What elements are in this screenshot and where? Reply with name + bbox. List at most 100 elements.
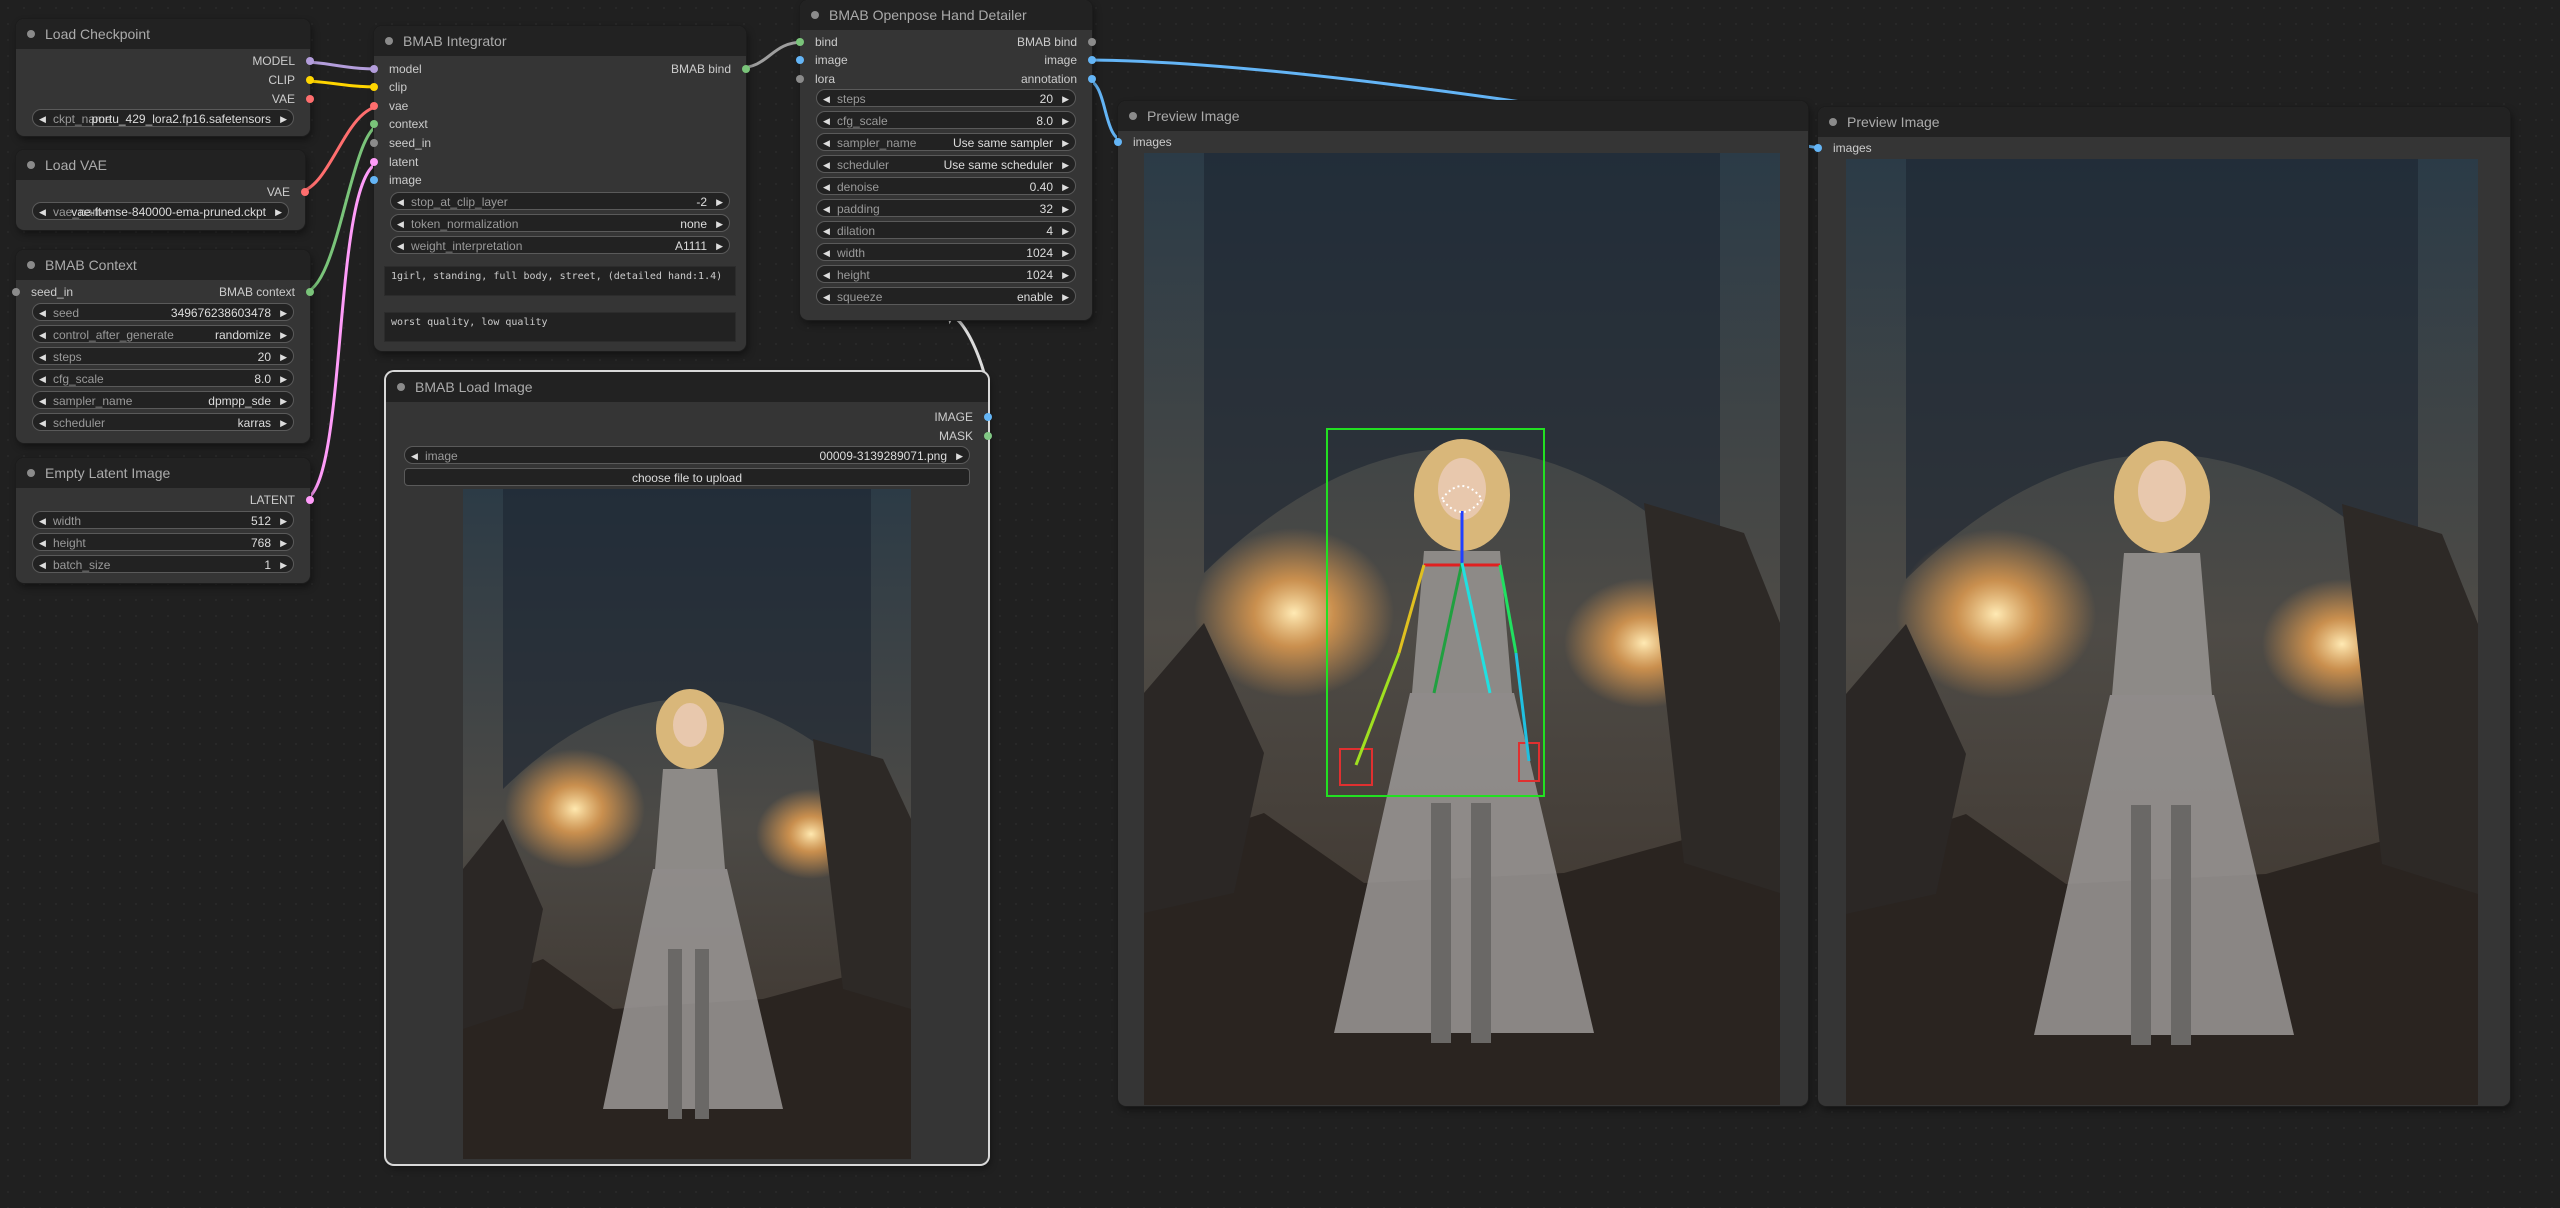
arrow-left-icon[interactable]: ◀ bbox=[397, 193, 404, 209]
slot-dot[interactable] bbox=[1814, 144, 1822, 152]
arrow-right-icon[interactable]: ▶ bbox=[280, 110, 287, 126]
arrow-left-icon[interactable]: ◀ bbox=[39, 110, 46, 126]
bmab-load-image-title[interactable]: BMAB Load Image bbox=[386, 372, 988, 402]
arrow-left-icon[interactable]: ◀ bbox=[39, 348, 46, 364]
output-latent[interactable]: LATENT bbox=[250, 491, 314, 509]
arrow-right-icon[interactable]: ▶ bbox=[1062, 90, 1069, 106]
scheduler-widget[interactable]: ◀ scheduler Use same scheduler ▶ bbox=[816, 155, 1076, 173]
arrow-left-icon[interactable]: ◀ bbox=[823, 222, 830, 238]
arrow-left-icon[interactable]: ◀ bbox=[823, 178, 830, 194]
output-bmab-bind[interactable]: BMAB bind bbox=[671, 60, 750, 78]
height-widget[interactable]: ◀ height 768 ▶ bbox=[32, 533, 294, 551]
input-seed-in[interactable]: seed_in bbox=[12, 283, 73, 301]
input-latent[interactable]: latent bbox=[370, 153, 418, 171]
height-widget[interactable]: ◀ height 1024 ▶ bbox=[816, 265, 1076, 283]
arrow-left-icon[interactable]: ◀ bbox=[823, 112, 830, 128]
bmab-integrator-title[interactable]: BMAB Integrator bbox=[374, 26, 746, 56]
slot-dot[interactable] bbox=[1114, 138, 1122, 146]
load-vae-title[interactable]: Load VAE bbox=[16, 150, 305, 180]
slot-dot[interactable] bbox=[306, 288, 314, 296]
preview-image-title[interactable]: Preview Image bbox=[1118, 101, 1808, 131]
input-seed-in[interactable]: seed_in bbox=[370, 134, 431, 152]
collapse-dot[interactable] bbox=[1129, 112, 1137, 120]
output-model[interactable]: MODEL bbox=[252, 52, 314, 70]
squeeze-widget[interactable]: ◀ squeeze enable ▶ bbox=[816, 287, 1076, 305]
arrow-left-icon[interactable]: ◀ bbox=[39, 304, 46, 320]
arrow-left-icon[interactable]: ◀ bbox=[397, 215, 404, 231]
slot-dot[interactable] bbox=[306, 76, 314, 84]
arrow-right-icon[interactable]: ▶ bbox=[1062, 178, 1069, 194]
slot-dot[interactable] bbox=[1088, 56, 1096, 64]
scheduler-widget[interactable]: ◀ scheduler karras ▶ bbox=[32, 413, 294, 431]
arrow-right-icon[interactable]: ▶ bbox=[1062, 266, 1069, 282]
arrow-left-icon[interactable]: ◀ bbox=[39, 203, 46, 219]
output-mask[interactable]: MASK bbox=[939, 427, 992, 445]
slot-dot[interactable] bbox=[306, 57, 314, 65]
arrow-left-icon[interactable]: ◀ bbox=[39, 414, 46, 430]
output-vae[interactable]: VAE bbox=[272, 90, 314, 108]
slot-dot[interactable] bbox=[370, 158, 378, 166]
arrow-right-icon[interactable]: ▶ bbox=[280, 512, 287, 528]
collapse-dot[interactable] bbox=[385, 37, 393, 45]
arrow-right-icon[interactable]: ▶ bbox=[1062, 112, 1069, 128]
arrow-right-icon[interactable]: ▶ bbox=[1062, 288, 1069, 304]
stop-at-clip-layer-widget[interactable]: ◀ stop_at_clip_layer -2 ▶ bbox=[390, 192, 730, 210]
load-vae-node[interactable]: Load VAE VAE ◀ vae_name vae-ft-mse-84000… bbox=[16, 150, 309, 230]
arrow-right-icon[interactable]: ▶ bbox=[280, 348, 287, 364]
arrow-right-icon[interactable]: ▶ bbox=[280, 534, 287, 550]
arrow-left-icon[interactable]: ◀ bbox=[411, 447, 418, 463]
slot-dot[interactable] bbox=[1088, 38, 1096, 46]
sampler-name-widget[interactable]: ◀ sampler_name dpmpp_sde ▶ bbox=[32, 391, 294, 409]
output-bmab-context[interactable]: BMAB context bbox=[219, 283, 314, 301]
collapse-dot[interactable] bbox=[811, 11, 819, 19]
load-checkpoint-title[interactable]: Load Checkpoint bbox=[16, 19, 310, 49]
slot-dot[interactable] bbox=[796, 38, 804, 46]
token-normalization-widget[interactable]: ◀ token_normalization none ▶ bbox=[390, 214, 730, 232]
collapse-dot[interactable] bbox=[1829, 118, 1837, 126]
arrow-left-icon[interactable]: ◀ bbox=[39, 534, 46, 550]
slot-dot[interactable] bbox=[984, 413, 992, 421]
arrow-right-icon[interactable]: ▶ bbox=[280, 556, 287, 572]
slot-dot[interactable] bbox=[12, 288, 20, 296]
sampler-name-widget[interactable]: ◀ sampler_name Use same sampler ▶ bbox=[816, 133, 1076, 151]
arrow-right-icon[interactable]: ▶ bbox=[280, 414, 287, 430]
output-image[interactable]: IMAGE bbox=[934, 408, 992, 426]
load-checkpoint-node[interactable]: Load Checkpoint MODEL CLIP VAE ◀ ckpt_na… bbox=[16, 19, 314, 136]
arrow-right-icon[interactable]: ▶ bbox=[280, 326, 287, 342]
arrow-left-icon[interactable]: ◀ bbox=[397, 237, 404, 253]
slot-dot[interactable] bbox=[370, 83, 378, 91]
denoise-widget[interactable]: ◀ denoise 0.40 ▶ bbox=[816, 177, 1076, 195]
arrow-right-icon[interactable]: ▶ bbox=[716, 215, 723, 231]
slot-dot[interactable] bbox=[306, 95, 314, 103]
collapse-dot[interactable] bbox=[27, 161, 35, 169]
slot-dot[interactable] bbox=[796, 56, 804, 64]
bmab-openpose-hand-detailer-node[interactable]: BMAB Openpose Hand Detailer bind BMAB bi… bbox=[796, 0, 1096, 320]
output-vae[interactable]: VAE bbox=[267, 183, 309, 201]
arrow-left-icon[interactable]: ◀ bbox=[823, 288, 830, 304]
slot-dot[interactable] bbox=[370, 139, 378, 147]
width-widget[interactable]: ◀ width 1024 ▶ bbox=[816, 243, 1076, 261]
arrow-left-icon[interactable]: ◀ bbox=[39, 512, 46, 528]
slot-dot[interactable] bbox=[1088, 75, 1096, 83]
arrow-right-icon[interactable]: ▶ bbox=[1062, 134, 1069, 150]
empty-latent-image-node[interactable]: Empty Latent Image LATENT ◀ width 512 ▶ ◀ he… bbox=[16, 458, 314, 583]
empty-latent-image-title[interactable]: Empty Latent Image bbox=[16, 458, 310, 488]
arrow-left-icon[interactable]: ◀ bbox=[39, 556, 46, 572]
output-clip[interactable]: CLIP bbox=[268, 71, 314, 89]
bmab-context-node[interactable]: BMAB Context seed_in BMAB context ◀ seed 3… bbox=[12, 250, 314, 443]
input-images[interactable]: images bbox=[1814, 139, 1872, 157]
width-widget[interactable]: ◀ width 512 ▶ bbox=[32, 511, 294, 529]
vae-name-combo[interactable]: ◀ vae_name vae-ft-mse-840000-ema-pruned.… bbox=[32, 202, 289, 220]
padding-widget[interactable]: ◀ padding 32 ▶ bbox=[816, 199, 1076, 217]
bmab-load-image-node[interactable]: BMAB Load Image IMAGE MASK ◀ image 00009-3… bbox=[386, 372, 992, 1164]
weight-interpretation-widget[interactable]: ◀ weight_interpretation A1111 ▶ bbox=[390, 236, 730, 254]
arrow-left-icon[interactable]: ◀ bbox=[823, 134, 830, 150]
slot-dot[interactable] bbox=[370, 65, 378, 73]
input-context[interactable]: context bbox=[370, 115, 428, 133]
cfg-scale-widget[interactable]: ◀ cfg_scale 8.0 ▶ bbox=[32, 369, 294, 387]
preview-image-node-1[interactable]: Preview Image images bbox=[1114, 101, 1808, 1106]
arrow-right-icon[interactable]: ▶ bbox=[956, 447, 963, 463]
steps-widget[interactable]: ◀ steps 20 ▶ bbox=[816, 89, 1076, 107]
ckpt-name-combo[interactable]: ◀ ckpt_name portu_429_lora2.fp16.safeten… bbox=[32, 109, 294, 127]
preview-image-title[interactable]: Preview Image bbox=[1818, 107, 2510, 137]
